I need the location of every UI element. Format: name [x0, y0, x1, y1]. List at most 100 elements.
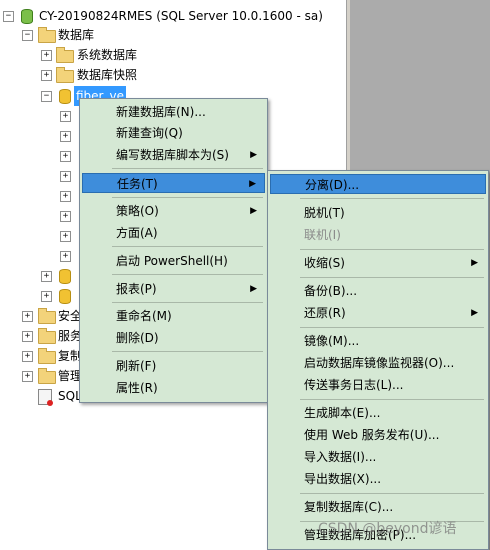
tree-node-child[interactable]: +: [60, 146, 80, 166]
tree-node-db[interactable]: +: [0, 266, 80, 286]
menu-item-label: 启动 PowerShell(H): [116, 254, 228, 268]
expand-icon[interactable]: +: [41, 50, 52, 61]
menu-item-label: 脱机(T): [304, 206, 345, 220]
menu-separator: [112, 168, 263, 169]
tree-node-child[interactable]: +: [60, 106, 80, 126]
menu-item-new-database[interactable]: 新建数据库(N)...: [82, 102, 265, 122]
menu-item-delete[interactable]: 删除(D): [82, 328, 265, 348]
tree-node-db[interactable]: +: [0, 286, 80, 306]
menu-item-mirror-monitor[interactable]: 启动数据库镜像监视器(O)...: [270, 353, 486, 373]
menu-separator: [112, 302, 263, 303]
menu-separator: [300, 249, 484, 250]
databases-label: 数据库: [58, 28, 95, 42]
menu-item-bring-online: 联机(I): [270, 225, 486, 245]
collapse-icon[interactable]: −: [3, 11, 14, 22]
menu-item-backup[interactable]: 备份(B)...: [270, 281, 486, 301]
menu-item-new-query[interactable]: 新建查询(Q): [82, 123, 265, 143]
menu-item-label: 删除(D): [116, 331, 159, 345]
menu-item-properties[interactable]: 属性(R): [82, 378, 265, 398]
server-icon: [21, 9, 33, 24]
tree-node-replication[interactable]: + 复制: [0, 346, 82, 366]
menu-item-reports[interactable]: 报表(P) ▶: [82, 279, 265, 299]
collapse-icon[interactable]: −: [41, 91, 52, 102]
tree-node-management[interactable]: + 管理: [0, 366, 82, 386]
snapshots-label: 数据库快照: [77, 68, 138, 82]
expand-icon[interactable]: +: [60, 171, 71, 182]
tree-node-child[interactable]: +: [60, 186, 80, 206]
submenu-arrow-icon: ▶: [471, 258, 478, 268]
menu-item-label: 镜像(M)...: [304, 334, 360, 348]
menu-item-label: 属性(R): [116, 381, 158, 395]
folder-icon: [38, 348, 56, 364]
expand-icon[interactable]: +: [41, 271, 52, 282]
menu-item-detach[interactable]: 分离(D)...: [270, 174, 486, 194]
menu-item-label: 新建查询(Q): [116, 126, 183, 140]
menu-item-take-offline[interactable]: 脱机(T): [270, 203, 486, 223]
database-icon: [59, 269, 71, 284]
tree-node-child[interactable]: +: [60, 246, 80, 266]
tree-node-sql-agent[interactable]: SQL: [0, 386, 82, 406]
expand-icon[interactable]: +: [60, 191, 71, 202]
expand-icon[interactable]: +: [60, 251, 71, 262]
tree-node-child[interactable]: +: [60, 226, 80, 246]
menu-item-label: 策略(O): [116, 204, 159, 218]
menu-separator: [300, 493, 484, 494]
menu-item-import-data[interactable]: 导入数据(I)...: [270, 447, 486, 467]
server-label: CY-20190824RMES (SQL Server 10.0.1600 - …: [39, 9, 323, 23]
menu-item-label: 新建数据库(N)...: [116, 105, 206, 119]
expand-icon[interactable]: +: [60, 211, 71, 222]
menu-item-label: 导出数据(X)...: [304, 472, 382, 486]
menu-item-facets[interactable]: 方面(A): [82, 223, 265, 243]
watermark: CSDN @beyond谚语: [318, 521, 457, 537]
menu-item-generate-scripts[interactable]: 生成脚本(E)...: [270, 403, 486, 423]
expand-icon[interactable]: +: [60, 111, 71, 122]
database-icon: [59, 289, 71, 304]
menu-item-label: 编写数据库脚本为(S): [116, 148, 229, 162]
tree-node-server[interactable]: − CY-20190824RMES (SQL Server 10.0.1600 …: [0, 6, 346, 26]
menu-item-label: 还原(R): [304, 306, 346, 320]
expand-icon[interactable]: +: [41, 291, 52, 302]
expand-icon[interactable]: +: [22, 371, 33, 382]
expand-icon[interactable]: +: [41, 70, 52, 81]
menu-separator: [112, 351, 263, 352]
menu-item-refresh[interactable]: 刷新(F): [82, 356, 265, 376]
tree-node-server-objects[interactable]: + 服务: [0, 326, 82, 346]
menu-item-script-database[interactable]: 编写数据库脚本为(S) ▶: [82, 145, 265, 165]
database-context-menu: 新建数据库(N)... 新建查询(Q) 编写数据库脚本为(S) ▶ 任务(T) ▶ …: [79, 98, 268, 403]
tree-node-security[interactable]: + 安全: [0, 306, 82, 326]
menu-item-log-shipping[interactable]: 传送事务日志(L)...: [270, 375, 486, 395]
menu-item-rename[interactable]: 重命名(M): [82, 306, 265, 326]
expand-icon[interactable]: +: [60, 231, 71, 242]
tasks-submenu: 分离(D)... 脱机(T) 联机(I) 收缩(S) ▶ 备份(B)... 还原(…: [267, 170, 489, 550]
collapse-icon[interactable]: −: [22, 30, 33, 41]
menu-item-label: 导入数据(I)...: [304, 450, 377, 464]
menu-item-policies[interactable]: 策略(O) ▶: [82, 201, 265, 221]
expand-icon[interactable]: +: [22, 311, 33, 322]
expand-icon[interactable]: +: [22, 351, 33, 362]
menu-item-powershell[interactable]: 启动 PowerShell(H): [82, 251, 265, 271]
submenu-arrow-icon: ▶: [249, 179, 256, 189]
menu-item-restore[interactable]: 还原(R) ▶: [270, 303, 486, 323]
tree-node-snapshots[interactable]: + 数据库快照: [0, 65, 346, 85]
folder-icon: [56, 47, 74, 63]
folder-icon: [56, 67, 74, 83]
menu-item-tasks[interactable]: 任务(T) ▶: [82, 173, 265, 193]
tree-node-child[interactable]: +: [60, 126, 80, 146]
menu-item-shrink[interactable]: 收缩(S) ▶: [270, 253, 486, 273]
tree-node-child[interactable]: +: [60, 206, 80, 226]
menu-separator: [112, 246, 263, 247]
menu-item-copy-database[interactable]: 复制数据库(C)...: [270, 497, 486, 517]
menu-item-label: 分离(D)...: [305, 178, 360, 192]
menu-item-export-data[interactable]: 导出数据(X)...: [270, 469, 486, 489]
expand-icon[interactable]: +: [22, 331, 33, 342]
expand-icon[interactable]: +: [60, 151, 71, 162]
menu-item-mirror[interactable]: 镜像(M)...: [270, 331, 486, 351]
tree-node-system-databases[interactable]: + 系统数据库: [0, 45, 346, 65]
tree-node-child[interactable]: +: [60, 166, 80, 186]
tree-node-databases[interactable]: − 数据库: [0, 25, 346, 45]
menu-item-label: 生成脚本(E)...: [304, 406, 381, 420]
menu-item-publish-web[interactable]: 使用 Web 服务发布(U)...: [270, 425, 486, 445]
expand-icon[interactable]: +: [60, 131, 71, 142]
menu-item-label: 刷新(F): [116, 359, 157, 373]
menu-item-label: 联机(I): [304, 228, 341, 242]
